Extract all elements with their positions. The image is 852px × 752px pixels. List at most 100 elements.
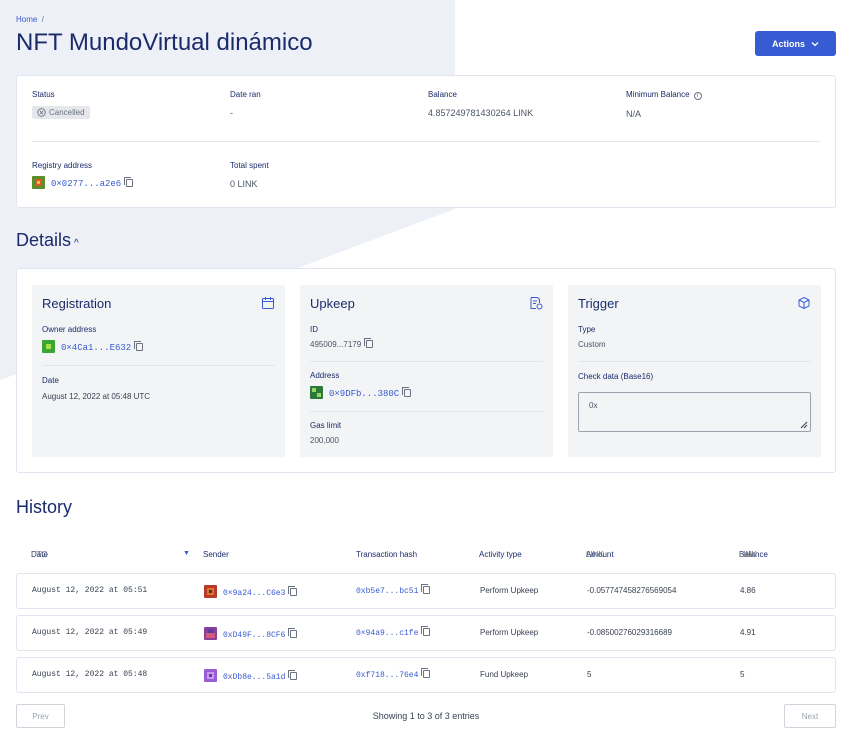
sender-avatar	[204, 585, 217, 598]
upkeep-id-label: ID	[310, 325, 318, 334]
breadcrumb: Home /	[16, 15, 44, 24]
copy-icon[interactable]	[288, 670, 298, 680]
upkeep-address-label: Address	[310, 371, 340, 380]
row-tx-link[interactable]: 0×94a9...c1fe	[356, 629, 418, 638]
row-balance: 5	[740, 670, 745, 679]
row-amount: -0.057747458276569054	[587, 586, 677, 595]
row-balance: 4.91	[740, 628, 756, 637]
upkeep-address-field: Address 0×9DFb...380C	[310, 371, 543, 399]
registration-date-value: August 12, 2022 at 05:48 UTC	[42, 392, 151, 401]
calendar-icon	[262, 297, 274, 309]
row-amount: -0.08500276029316689	[587, 628, 672, 637]
trigger-title: Trigger	[578, 296, 619, 311]
actions-button-label: Actions	[771, 38, 805, 49]
row-date: August 12, 2022 at 05:51	[32, 586, 148, 595]
date-ran-field: Date ran -	[230, 90, 261, 118]
row-sender-link[interactable]: 0xDb8e...5a1d	[223, 673, 285, 682]
balance-label: Balance	[428, 90, 457, 99]
sender-avatar	[204, 627, 217, 640]
check-data-field: Check data (Base16)	[578, 372, 811, 381]
gas-limit-value: 200,000	[310, 436, 339, 445]
balance-field: Balance 4.857249781430264 LINK	[428, 90, 533, 118]
breadcrumb-separator: /	[41, 15, 44, 24]
breadcrumb-home-link[interactable]: Home	[16, 15, 37, 24]
cancel-circle-icon	[37, 108, 46, 117]
upkeep-divider-1	[310, 361, 543, 362]
details-toggle[interactable]: Details ^	[16, 230, 79, 251]
minimum-balance-label: Minimum Balance	[626, 90, 690, 99]
row-balance: 4.86	[740, 586, 756, 595]
upkeep-doc-icon	[530, 297, 543, 310]
row-tx-link[interactable]: 0xf718...76e4	[356, 671, 418, 680]
copy-icon[interactable]	[421, 668, 431, 678]
column-date-unit: UTC	[31, 550, 48, 559]
row-sender-link[interactable]: 0×9a24...C6e3	[223, 589, 285, 598]
row-date: August 12, 2022 at 05:49	[32, 628, 148, 637]
table-row: August 12, 2022 at 05:49 0xD49F...8CF6 0…	[16, 615, 836, 651]
summary-divider	[32, 141, 820, 142]
minimum-balance-field: Minimum Balance i N/A	[626, 90, 702, 119]
column-activity-type: Activity type	[479, 550, 522, 559]
registration-panel: Registration Owner address 0×4Ca1...E632…	[32, 285, 285, 457]
registration-divider	[42, 365, 275, 366]
upkeep-address-link[interactable]: 0×9DFb...380C	[329, 389, 399, 399]
copy-icon[interactable]	[421, 584, 431, 594]
row-amount: 5	[587, 670, 592, 679]
sort-icon[interactable]: ▼	[183, 550, 190, 557]
copy-icon[interactable]	[288, 628, 298, 638]
registry-address-label: Registry address	[32, 161, 93, 170]
minimum-balance-label-wrap: Minimum Balance i	[626, 90, 702, 100]
status-field: Status Cancelled	[32, 90, 90, 119]
details-heading: Details	[16, 230, 72, 250]
owner-address-label: Owner address	[42, 325, 97, 334]
upkeep-panel: Upkeep ID 495009...7179 Address 0×9DFb..…	[300, 285, 553, 457]
info-icon[interactable]: i	[693, 92, 702, 100]
row-tx-link[interactable]: 0xb5e7...bc51	[356, 587, 418, 596]
registry-address-link[interactable]: 0×0277...a2e6	[51, 179, 121, 189]
registry-address-field: Registry address 0×0277...a2e6	[32, 161, 134, 189]
owner-address-link[interactable]: 0×4Ca1...E632	[61, 343, 131, 353]
row-sender: 0xDb8e...5a1d	[204, 669, 298, 682]
copy-icon[interactable]	[402, 387, 412, 397]
owner-avatar	[42, 340, 55, 353]
gas-limit-field: Gas limit 200,000	[310, 421, 543, 445]
actions-button[interactable]: Actions	[755, 31, 836, 56]
check-data-value: 0x	[589, 401, 598, 410]
column-sender: Sender	[203, 550, 229, 559]
check-data-textarea[interactable]: 0x	[578, 392, 811, 432]
column-balance-unit: LINK	[739, 550, 757, 559]
row-date: August 12, 2022 at 05:48	[32, 670, 148, 679]
row-activity: Perform Upkeep	[480, 586, 539, 595]
copy-icon[interactable]	[364, 338, 374, 348]
copy-icon[interactable]	[421, 626, 431, 636]
copy-icon[interactable]	[134, 341, 144, 351]
details-card: Registration Owner address 0×4Ca1...E632…	[16, 268, 836, 473]
upkeep-divider-2	[310, 411, 543, 412]
summary-card: Status Cancelled Date ran - Balance 4.85…	[16, 75, 836, 208]
column-amount-unit: LINK	[586, 550, 604, 559]
gas-limit-label: Gas limit	[310, 421, 342, 430]
minimum-balance-value: N/A	[626, 109, 642, 119]
copy-icon[interactable]	[124, 177, 134, 187]
history-heading: History	[16, 497, 73, 517]
table-row: August 12, 2022 at 05:51 0×9a24...C6e3 0…	[16, 573, 836, 609]
row-sender-link[interactable]: 0xD49F...8CF6	[223, 631, 285, 640]
pagination-summary: Showing 1 to 3 of 3 entries	[372, 711, 480, 721]
trigger-type-field: Type Custom	[578, 325, 811, 349]
balance-value: 4.857249781430264 LINK	[428, 108, 534, 118]
resize-handle-icon[interactable]	[800, 421, 808, 429]
upkeep-id-value: 495009...7179	[310, 340, 362, 349]
upkeep-avatar	[310, 386, 323, 399]
trigger-divider	[578, 361, 811, 362]
copy-icon[interactable]	[288, 586, 298, 596]
owner-address-field: Owner address 0×4Ca1...E632	[42, 325, 275, 353]
registration-date-label: Date	[42, 376, 59, 385]
row-activity: Perform Upkeep	[480, 628, 539, 637]
next-button[interactable]: Next	[784, 704, 836, 728]
upkeep-id-field: ID 495009...7179	[310, 325, 543, 349]
row-activity: Fund Upkeep	[480, 670, 529, 679]
total-spent-label: Total spent	[230, 161, 269, 170]
history-table-header: Date UTC ▼ Sender Transaction hash Activ…	[0, 550, 852, 562]
status-label: Status	[32, 90, 55, 99]
upkeep-title: Upkeep	[310, 296, 355, 311]
